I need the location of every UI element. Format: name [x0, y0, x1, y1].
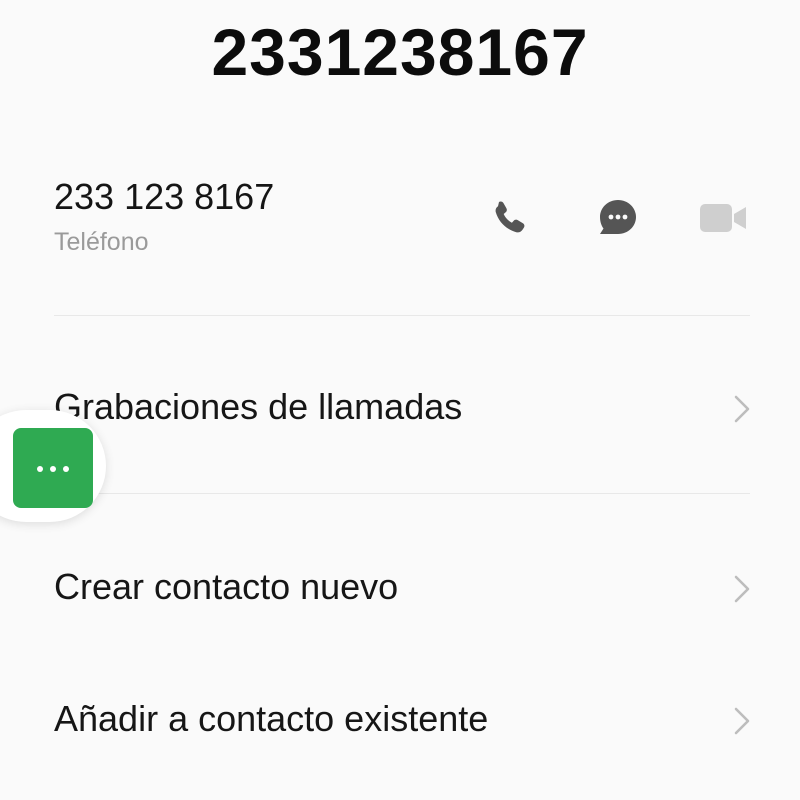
chevron-right-icon [734, 707, 750, 735]
call-button[interactable] [486, 194, 534, 242]
chevron-right-icon [734, 395, 750, 423]
phone-icon [495, 201, 525, 233]
phone-type-label: Teléfono [54, 228, 149, 256]
video-call-button[interactable] [698, 194, 746, 242]
chevron-right-icon [734, 575, 750, 603]
menu-item-label: Grabaciones de llamadas [54, 386, 463, 427]
message-button[interactable] [594, 194, 642, 242]
floating-more-button[interactable] [13, 428, 93, 508]
page-title: 2331238167 [211, 15, 589, 89]
menu-item-label: Crear contacto nuevo [54, 566, 399, 607]
divider [54, 315, 750, 316]
menu-item-call-recordings[interactable]: Grabaciones de llamadas [0, 358, 800, 458]
menu-item-add-to-existing-contact[interactable]: Añadir a contacto existente [0, 670, 800, 770]
phone-number[interactable]: 233 123 8167 [54, 176, 274, 218]
divider [54, 493, 750, 494]
menu-item-create-contact[interactable]: Crear contacto nuevo [0, 538, 800, 638]
message-bubble-icon [600, 200, 636, 234]
menu-item-label: Añadir a contacto existente [54, 698, 489, 739]
video-camera-icon [700, 204, 746, 232]
phone-number-row: 233 123 8167 Teléfono [54, 168, 750, 268]
more-dots-icon [37, 466, 69, 472]
